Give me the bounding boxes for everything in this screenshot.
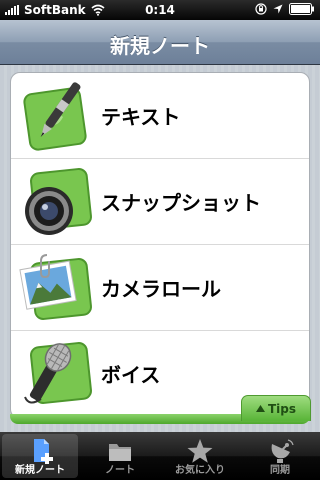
new-note-options-list: テキスト スナップショット カメラロール ボイス [10,72,310,419]
location-arrow-icon [273,4,283,14]
camera-lens-icon [25,168,92,235]
main-content: テキスト スナップショット カメラロール ボイス Tips [0,65,320,432]
page-title: 新規ノート [110,34,210,58]
option-label: テキスト [101,105,181,129]
tab-favorites[interactable]: お気に入り [162,434,238,478]
option-text[interactable]: テキスト [11,73,309,159]
photo-icon [19,254,92,320]
tab-sync[interactable]: 同期 [242,434,318,478]
rotation-lock-icon [255,3,267,15]
option-camera-roll[interactable]: カメラロール [11,245,309,331]
tab-label: 同期 [270,465,290,476]
option-label: ボイス [101,363,161,387]
tab-new-note[interactable]: 新規ノート [2,434,78,478]
tips-label: Tips [267,401,297,416]
triangle-up-icon [255,405,265,412]
option-label: スナップショット [101,191,261,215]
status-bar: SoftBank 0:14 [0,0,320,20]
tab-label: お気に入り [175,465,225,476]
tab-label: ノート [105,465,135,476]
tab-notes[interactable]: ノート [82,434,158,478]
tab-bar: 新規ノート ノート お気に入り 同期 [0,432,320,480]
option-snapshot[interactable]: スナップショット [11,159,309,245]
tips-button[interactable]: Tips [241,395,311,421]
pen-icon [23,82,87,151]
tab-label: 新規ノート [15,465,65,476]
battery-icon [289,3,314,15]
navigation-bar: 新規ノート [0,20,320,65]
option-label: カメラロール [101,277,221,301]
microphone-icon [24,342,92,404]
status-right [255,3,315,15]
